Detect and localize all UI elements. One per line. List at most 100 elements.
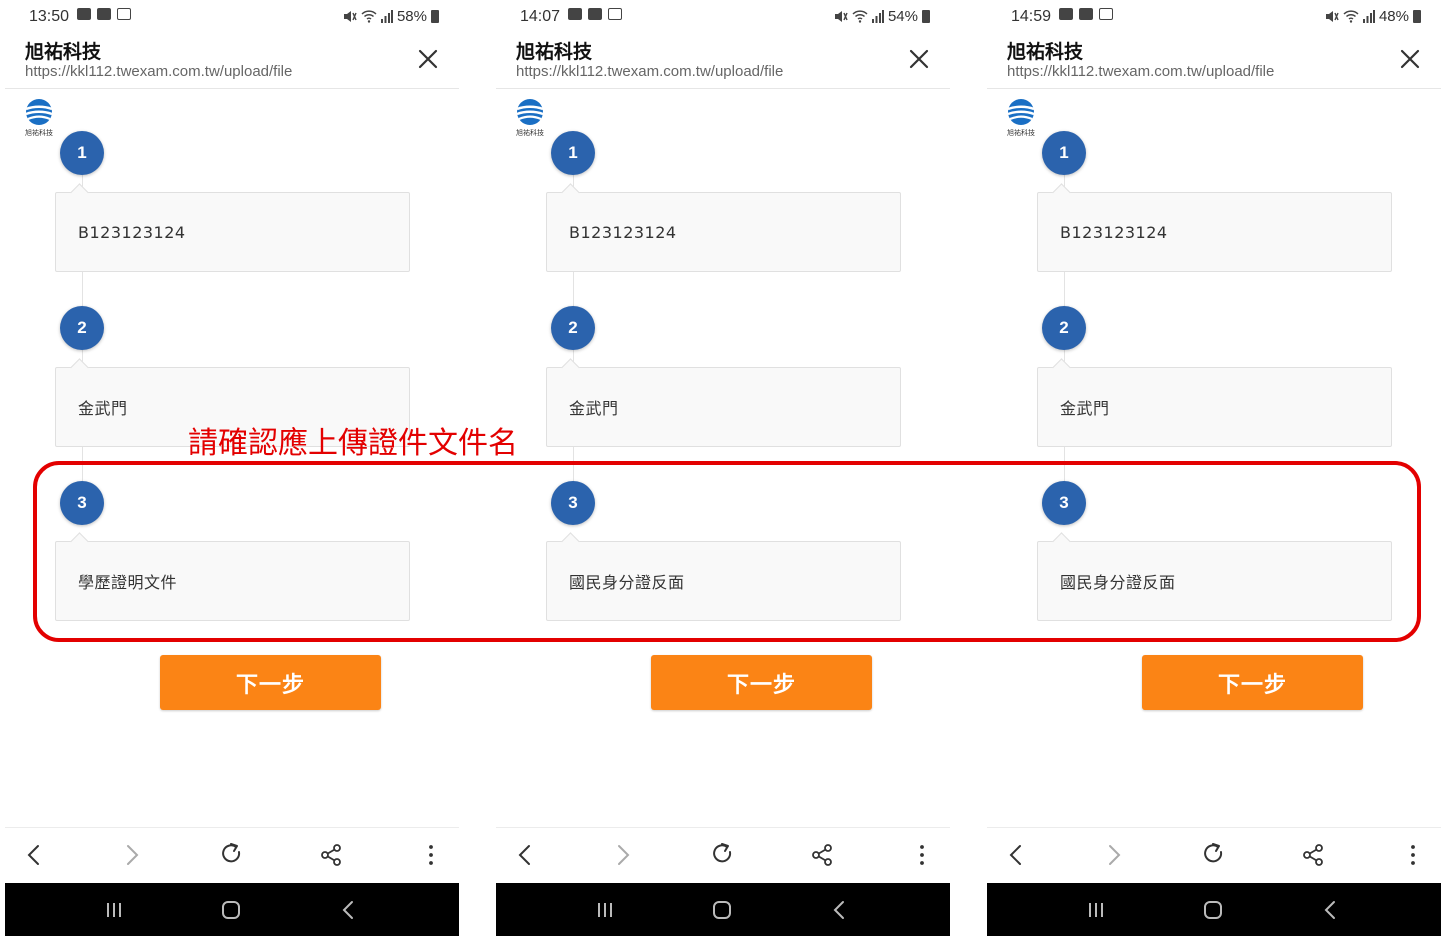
reload-icon[interactable] <box>708 840 738 870</box>
battery-percent: 54% <box>887 8 918 25</box>
nav-back-icon[interactable] <box>336 897 362 923</box>
nav-back-icon[interactable] <box>827 897 853 923</box>
close-icon[interactable] <box>415 46 441 72</box>
step-card-document: 國民身分證反面 <box>546 541 901 621</box>
step-card-document: 國民身分證反面 <box>1037 541 1392 621</box>
step-card-name: 金武門 <box>546 367 901 447</box>
forward-arrow-icon[interactable] <box>117 840 147 870</box>
step-number-badge: 1 <box>551 131 595 175</box>
step-number-badge: 2 <box>551 306 595 350</box>
company-logo-icon: 旭祐科技 <box>512 98 548 138</box>
notification-icon <box>1059 8 1073 20</box>
share-icon[interactable] <box>807 840 837 870</box>
step-value: 學歷證明文件 <box>78 573 178 592</box>
home-icon[interactable] <box>1200 897 1226 923</box>
close-icon[interactable] <box>1397 46 1423 72</box>
phone-screen-1: 13:50 58% 旭祐科技 https://kkl112.twexam.com… <box>5 0 459 936</box>
mute-icon <box>343 11 357 22</box>
battery-icon <box>1413 10 1421 23</box>
status-bar: 14:07 54% <box>496 0 950 32</box>
more-vert-icon[interactable] <box>416 840 446 870</box>
mute-icon <box>834 11 848 22</box>
step-number-badge: 2 <box>60 306 104 350</box>
site-title: 旭祐科技 <box>1007 41 1084 63</box>
wifi-icon <box>852 10 868 23</box>
signal-icon <box>380 10 393 23</box>
forward-arrow-icon[interactable] <box>1099 840 1129 870</box>
step-card-name: 金武門 <box>1037 367 1392 447</box>
step-number-badge: 2 <box>1042 306 1086 350</box>
recent-apps-icon[interactable] <box>101 897 127 923</box>
status-bar: 14:59 48% <box>987 0 1441 32</box>
site-url[interactable]: https://kkl112.twexam.com.tw/upload/file <box>516 63 783 80</box>
back-arrow-icon[interactable] <box>19 840 49 870</box>
company-logo-icon: 旭祐科技 <box>21 98 57 138</box>
phone-screen-2: 14:07 54% 旭祐科技 https://kkl112.twexam.com… <box>496 0 950 936</box>
step-value: 金武門 <box>569 399 619 418</box>
recent-apps-icon[interactable] <box>1083 897 1109 923</box>
screenshot-icon <box>608 8 622 20</box>
step-number-badge: 1 <box>60 131 104 175</box>
android-nav-bar <box>496 883 950 936</box>
battery-icon <box>431 10 439 23</box>
system-icons: 58% <box>343 8 439 25</box>
step-card-id-number: B123123124 <box>546 192 901 272</box>
battery-percent: 48% <box>1378 8 1409 25</box>
status-time: 14:07 <box>520 8 561 25</box>
nav-back-icon[interactable] <box>1318 897 1344 923</box>
home-icon[interactable] <box>218 897 244 923</box>
custom-tab-header: 旭祐科技 https://kkl112.twexam.com.tw/upload… <box>987 32 1441 89</box>
status-bar: 13:50 58% <box>5 0 459 32</box>
share-icon[interactable] <box>1298 840 1328 870</box>
back-arrow-icon[interactable] <box>1001 840 1031 870</box>
browser-toolbar <box>987 827 1441 883</box>
next-step-button[interactable]: 下一步 <box>160 655 381 710</box>
message-icon <box>97 8 111 20</box>
next-step-button[interactable]: 下一步 <box>1142 655 1363 710</box>
next-step-button[interactable]: 下一步 <box>651 655 872 710</box>
step-number-badge: 1 <box>1042 131 1086 175</box>
back-arrow-icon[interactable] <box>510 840 540 870</box>
step-value: 金武門 <box>1060 399 1110 418</box>
step-value: 金武門 <box>78 399 128 418</box>
logo-caption: 旭祐科技 <box>1007 129 1035 137</box>
screenshot-icon <box>1099 8 1113 20</box>
wifi-icon <box>361 10 377 23</box>
reload-icon[interactable] <box>217 840 247 870</box>
screenshot-icon <box>117 8 131 20</box>
mute-icon <box>1325 11 1339 22</box>
custom-tab-header: 旭祐科技 https://kkl112.twexam.com.tw/upload… <box>5 32 459 89</box>
message-icon <box>1079 8 1093 20</box>
share-icon[interactable] <box>316 840 346 870</box>
system-icons: 48% <box>1325 8 1421 25</box>
logo-caption: 旭祐科技 <box>516 129 544 137</box>
company-logo-icon: 旭祐科技 <box>1003 98 1039 138</box>
more-vert-icon[interactable] <box>1398 840 1428 870</box>
forward-arrow-icon[interactable] <box>608 840 638 870</box>
step-number-badge: 3 <box>1042 481 1086 525</box>
browser-toolbar <box>5 827 459 883</box>
battery-icon <box>922 10 930 23</box>
custom-tab-header: 旭祐科技 https://kkl112.twexam.com.tw/upload… <box>496 32 950 89</box>
android-nav-bar <box>5 883 459 936</box>
site-title: 旭祐科技 <box>25 41 102 63</box>
site-title: 旭祐科技 <box>516 41 593 63</box>
signal-icon <box>871 10 884 23</box>
reload-icon[interactable] <box>1199 840 1229 870</box>
site-url[interactable]: https://kkl112.twexam.com.tw/upload/file <box>25 63 292 80</box>
notification-icons <box>568 8 622 20</box>
status-time: 13:50 <box>29 8 70 25</box>
step-card-id-number: B123123124 <box>55 192 410 272</box>
wifi-icon <box>1343 10 1359 23</box>
browser-toolbar <box>496 827 950 883</box>
site-url[interactable]: https://kkl112.twexam.com.tw/upload/file <box>1007 63 1274 80</box>
close-icon[interactable] <box>906 46 932 72</box>
home-icon[interactable] <box>709 897 735 923</box>
step-number-badge: 3 <box>60 481 104 525</box>
signal-icon <box>1362 10 1375 23</box>
step-card-id-number: B123123124 <box>1037 192 1392 272</box>
status-time: 14:59 <box>1011 8 1052 25</box>
logo-caption: 旭祐科技 <box>25 129 53 137</box>
recent-apps-icon[interactable] <box>592 897 618 923</box>
more-vert-icon[interactable] <box>907 840 937 870</box>
